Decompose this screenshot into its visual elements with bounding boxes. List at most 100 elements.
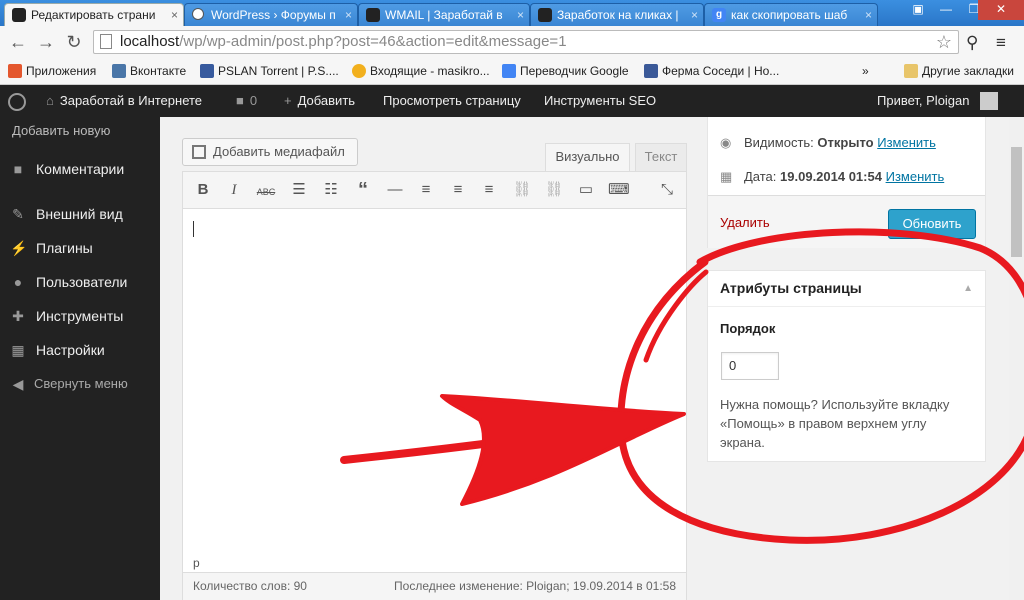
bookmark-pslan[interactable]: PSLAN Torrent | P.S.... — [200, 60, 339, 82]
comments-count: 0 — [249, 93, 258, 108]
update-button[interactable]: Обновить — [888, 209, 976, 239]
bullet-list-icon[interactable]: ☰ — [289, 182, 309, 198]
italic-icon[interactable]: I — [224, 182, 244, 198]
search-icon[interactable]: ⚲ — [966, 33, 978, 53]
content-editor[interactable]: B I ABC ☰ ☷ “ — ≡ ≡ ≡ ⛓ ⛓ ▭ ⌨ ⤡ p Количе… — [182, 171, 687, 600]
strikethrough-icon[interactable]: ABC — [256, 184, 276, 200]
page-attributes-header[interactable]: Атрибуты страницы ▲ — [708, 271, 985, 307]
scrollbar-thumb[interactable] — [1011, 147, 1022, 257]
numbered-list-icon[interactable]: ☷ — [321, 182, 341, 198]
home-icon: ⌂ — [46, 93, 54, 108]
browser-tab[interactable]: Заработок на кликах | × — [530, 3, 704, 26]
folder-icon — [904, 64, 918, 78]
seo-tools-link[interactable]: Инструменты SEO — [544, 85, 656, 117]
sidebar-item-label: Комментарии — [36, 161, 125, 177]
collapse-menu-button[interactable]: ◀ Свернуть меню — [0, 369, 160, 399]
edit-date-link[interactable]: Изменить — [886, 169, 945, 184]
page-icon — [100, 34, 112, 49]
wordpress-logo-icon[interactable] — [8, 85, 26, 117]
reload-icon[interactable]: ↻ — [64, 32, 84, 53]
sidebar-item-settings[interactable]: ▦ Настройки — [0, 335, 160, 365]
back-icon[interactable]: ← — [8, 32, 28, 53]
sidebar-subitem-add-new[interactable]: Добавить новую — [12, 123, 110, 138]
page-scrollbar[interactable] — [1009, 117, 1024, 600]
comments-link[interactable]: ■ 0 — [236, 85, 257, 117]
sidebar-item-comments[interactable]: ■ Комментарии — [0, 154, 160, 184]
address-bar[interactable]: localhost/wp/wp-admin/post.php?post=46&a… — [93, 30, 959, 54]
apps-icon — [8, 64, 22, 78]
order-input[interactable]: 0 — [721, 352, 779, 380]
sidebar-item-label: Инструменты — [36, 308, 124, 324]
close-tab-icon[interactable]: × — [691, 4, 698, 26]
browser-tab[interactable]: WMAIL | Заработай в × — [358, 3, 530, 26]
sidebar-item-tools[interactable]: ✚ Инструменты — [0, 301, 160, 331]
mail-icon — [352, 64, 366, 78]
bookmark-farm[interactable]: Ферма Соседи | Но... — [644, 60, 779, 82]
bookmark-mail[interactable]: Входящие - masikro... — [352, 60, 490, 82]
more-bookmarks-button[interactable]: » — [862, 60, 869, 82]
insert-link-icon[interactable]: ⛓ — [512, 182, 532, 198]
browser-tab[interactable]: g как скопировать шаб × — [704, 3, 878, 26]
tab-title: Редактировать страни — [31, 8, 156, 22]
site-name-link[interactable]: ⌂ Заработай в Интернете — [46, 85, 202, 117]
align-left-icon[interactable]: ≡ — [416, 182, 436, 198]
toolbar-toggle-icon[interactable]: ⌨ — [608, 182, 630, 198]
browser-tab[interactable]: WordPress › Форумы п × — [184, 3, 358, 26]
forward-icon[interactable]: → — [36, 32, 56, 53]
user-profile-icon[interactable]: ▣ — [904, 0, 932, 20]
media-icon — [192, 145, 206, 159]
tab-title: Заработок на кликах | — [557, 8, 679, 22]
close-tab-icon[interactable]: × — [171, 4, 178, 26]
bookmark-vk[interactable]: Вконтакте — [112, 60, 186, 82]
sidebar-item-users[interactable]: ● Пользователи — [0, 267, 160, 297]
read-more-icon[interactable]: ▭ — [576, 182, 596, 198]
browser-tab-strip: Редактировать страни × WordPress › Форум… — [0, 0, 1024, 26]
tab-title: WMAIL | Заработай в — [385, 8, 503, 22]
align-right-icon[interactable]: ≡ — [479, 182, 499, 198]
view-page-link[interactable]: Просмотреть страницу — [383, 85, 521, 117]
visibility-label: Видимость: — [744, 135, 814, 150]
word-count: Количество слов: 90 — [193, 579, 307, 593]
close-tab-icon[interactable]: × — [345, 4, 352, 26]
date-row: ▦ Дата: 19.09.2014 01:54 Изменить — [720, 169, 944, 185]
spy-favicon-icon — [366, 8, 380, 22]
add-media-button[interactable]: Добавить медиафайл — [182, 138, 358, 166]
browser-tab[interactable]: Редактировать страни × — [4, 3, 184, 26]
add-new-link[interactable]: + Добавить — [284, 85, 355, 117]
sidebar-item-plugins[interactable]: ⚡ Плагины — [0, 233, 160, 263]
tab-title: WordPress › Форумы п — [211, 8, 336, 22]
edit-visibility-link[interactable]: Изменить — [877, 135, 936, 150]
fullscreen-icon[interactable]: ⤡ — [657, 182, 677, 198]
editor-status-bar: Количество слов: 90 Последнее изменение:… — [183, 572, 686, 600]
spy-favicon-icon — [12, 8, 26, 22]
close-tab-icon[interactable]: × — [517, 4, 524, 26]
translate-icon — [502, 64, 516, 78]
tab-text[interactable]: Текст — [635, 143, 687, 171]
sidebar-item-appearance[interactable]: ✎ Внешний вид — [0, 199, 160, 229]
minimize-icon[interactable]: — — [932, 0, 960, 20]
close-window-icon[interactable]: ✕ — [978, 0, 1024, 20]
bookmark-star-icon[interactable]: ☆ — [936, 31, 952, 53]
close-tab-icon[interactable]: × — [865, 4, 872, 26]
delete-link[interactable]: Удалить — [720, 215, 770, 230]
account-greeting[interactable]: Привет, Ploigan — [877, 85, 970, 117]
avatar[interactable] — [980, 92, 998, 110]
horizontal-line-icon[interactable]: — — [385, 182, 405, 198]
other-bookmarks-folder[interactable]: Другие закладки — [904, 60, 1014, 82]
bookmark-apps[interactable]: Приложения — [8, 60, 96, 82]
collapse-triangle-icon[interactable]: ▲ — [963, 271, 973, 306]
align-center-icon[interactable]: ≡ — [448, 182, 468, 198]
publish-actions: Удалить Обновить — [708, 195, 985, 248]
visibility-value: Открыто — [817, 135, 874, 150]
plugin-icon: ⚡ — [10, 240, 28, 256]
bookmark-translate[interactable]: Переводчик Google — [502, 60, 629, 82]
bold-icon[interactable]: B — [193, 182, 213, 198]
menu-icon[interactable]: ≡ — [996, 33, 1006, 53]
remove-link-icon[interactable]: ⛓ — [544, 182, 564, 198]
vk-icon — [112, 64, 126, 78]
sidebar-item-label: Пользователи — [36, 274, 128, 290]
date-label: Дата: — [744, 169, 777, 184]
tab-visual[interactable]: Визуально — [545, 143, 630, 171]
wordpress-favicon-icon — [192, 8, 204, 20]
blockquote-icon[interactable]: “ — [353, 180, 373, 200]
